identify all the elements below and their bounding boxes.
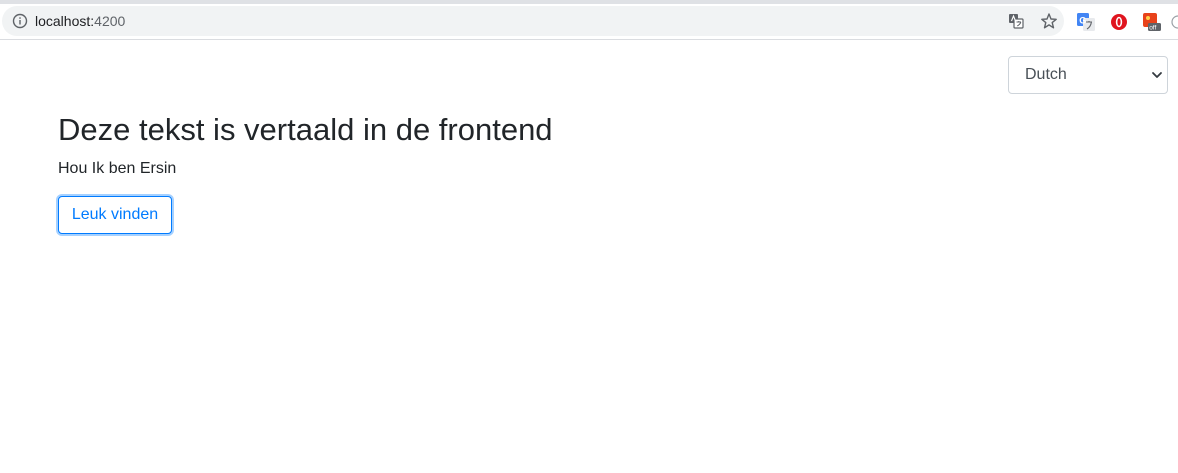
opera-extension-icon[interactable] [1110,13,1128,31]
url-text[interactable]: localhost:4200 [35,6,125,36]
greeting-text: Hou Ik ben Ersin [58,160,177,177]
google-translate-extension-icon[interactable]: G [1077,13,1095,31]
info-icon[interactable] [12,13,28,29]
like-button[interactable]: Leuk vinden [58,196,172,234]
chevron-down-icon [1152,72,1162,78]
extension-overflow-icon[interactable] [1170,13,1178,31]
translate-icon[interactable] [1008,13,1024,29]
page-title: Deze tekst is vertaald in de frontend [58,112,553,147]
address-bar[interactable]: localhost:4200 [2,6,1064,36]
language-select[interactable]: Dutch [1008,56,1168,94]
url-host: localhost: [35,13,95,29]
red-extension-icon[interactable]: off [1143,13,1161,31]
svg-text:G: G [1079,16,1086,26]
star-icon[interactable] [1040,12,1058,30]
language-select-value: Dutch [1025,66,1067,83]
url-port: 4200 [94,13,126,29]
browser-toolbar: localhost:4200 G off [0,4,1178,40]
extension-badge-text: off [1149,25,1156,31]
